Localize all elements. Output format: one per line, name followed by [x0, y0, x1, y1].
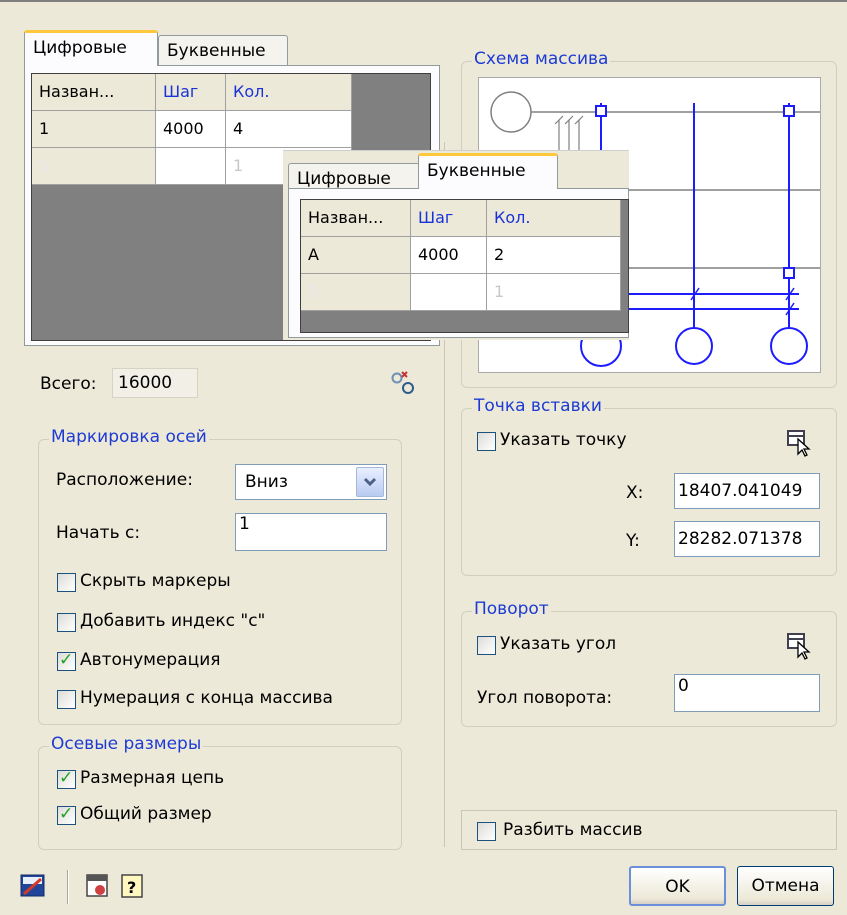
- letter-tab-inset: Цифровые Буквенные Назван... Шаг Кол. A …: [283, 150, 629, 340]
- tab-letter-inset-label: Буквенные: [427, 161, 526, 181]
- axis-array-icon[interactable]: [19, 872, 47, 900]
- tab-digital-inset-label: Цифровые: [297, 169, 391, 189]
- tab-digital-label: Цифровые: [33, 38, 127, 58]
- cell-count[interactable]: 4: [226, 111, 352, 147]
- dim-chain-checkbox[interactable]: ✓: [57, 768, 76, 789]
- rotation-title: Поворот: [472, 599, 551, 619]
- pick-angle-checkbox[interactable]: [477, 636, 496, 655]
- tab-letter[interactable]: Буквенные: [158, 35, 288, 66]
- axis-marking-title: Маркировка осей: [49, 427, 209, 447]
- cell-name[interactable]: A: [301, 237, 411, 273]
- cancel-button[interactable]: Отмена: [737, 866, 834, 906]
- total-value: 16000: [118, 373, 173, 393]
- help-icon[interactable]: ?: [118, 872, 146, 900]
- new-row[interactable]: B 1: [301, 274, 621, 311]
- start-label: Начать с:: [56, 523, 141, 543]
- col-header-count[interactable]: Кол.: [226, 74, 352, 110]
- pick-point-icon[interactable]: [785, 427, 815, 457]
- tab-letter-label: Буквенные: [167, 41, 266, 61]
- pick-angle-icon[interactable]: [785, 630, 815, 660]
- axis-array-dialog: Цифровые Буквенные Назван... Шаг Кол. 1 …: [0, 0, 847, 915]
- col-header-name[interactable]: Назван...: [32, 74, 156, 110]
- cell-count[interactable]: 2: [487, 237, 621, 273]
- ok-button[interactable]: OK: [629, 866, 726, 906]
- angle-label: Угол поворота:: [477, 688, 613, 708]
- cell-step[interactable]: [156, 148, 226, 184]
- y-label: Y:: [626, 531, 640, 551]
- add-index-label[interactable]: Добавить индекс "с": [80, 611, 265, 631]
- pick-point-checkbox[interactable]: [477, 432, 496, 451]
- table-row[interactable]: 1 4000 4: [32, 111, 352, 148]
- col-header-name[interactable]: Назван...: [301, 200, 411, 236]
- auto-numbering-checkbox[interactable]: ✓: [57, 650, 76, 671]
- cell-step[interactable]: 4000: [411, 237, 487, 273]
- cancel-button-label: Отмена: [751, 876, 820, 896]
- start-input-value: 1: [239, 514, 250, 534]
- y-input-value: 28282.071378: [678, 529, 803, 549]
- reverse-numbering-label[interactable]: Нумерация с конца массива: [80, 688, 333, 708]
- letter-axes-grid[interactable]: Назван... Шаг Кол. A 4000 2 B 1: [300, 199, 629, 333]
- add-index-checkbox[interactable]: [57, 613, 76, 632]
- angle-input[interactable]: 0: [674, 674, 820, 712]
- dim-chain-label[interactable]: Размерная цепь: [80, 768, 224, 788]
- col-header-step[interactable]: Шаг: [156, 74, 226, 110]
- cell-name[interactable]: 1: [32, 111, 156, 147]
- cell-count[interactable]: 1: [487, 274, 621, 310]
- tab-digital[interactable]: Цифровые: [24, 30, 158, 66]
- overall-dim-checkbox[interactable]: ✓: [57, 804, 76, 825]
- auto-numbering-label[interactable]: Автонумерация: [80, 650, 220, 670]
- scheme-title: Схема массива: [472, 49, 611, 69]
- col-header-count[interactable]: Кол.: [487, 200, 621, 236]
- angle-input-value: 0: [678, 676, 689, 696]
- explode-label[interactable]: Разбить массив: [503, 820, 643, 840]
- x-input-value: 18407.041049: [678, 481, 803, 501]
- axis-dimensions-title: Осевые размеры: [49, 734, 204, 754]
- hide-markers-checkbox[interactable]: [57, 573, 76, 592]
- ok-button-label: OK: [665, 877, 690, 897]
- cell-step[interactable]: 4000: [156, 111, 226, 147]
- reverse-numbering-checkbox[interactable]: [57, 690, 76, 709]
- check-icon: ✓: [59, 768, 74, 788]
- tab-letter-inset[interactable]: Буквенные: [418, 153, 558, 189]
- pick-point-label[interactable]: Указать точку: [500, 430, 627, 450]
- pick-angle-label[interactable]: Указать угол: [500, 634, 616, 654]
- x-label: X:: [626, 483, 644, 503]
- start-input[interactable]: 1: [235, 513, 387, 551]
- hide-markers-label[interactable]: Скрыть маркеры: [80, 571, 231, 591]
- cell-step[interactable]: [411, 274, 487, 310]
- position-select[interactable]: Вниз: [235, 464, 387, 500]
- total-label: Всего:: [40, 374, 97, 394]
- axis-dimensions-group: Осевые размеры: [38, 734, 402, 850]
- insertion-point-title: Точка вставки: [472, 396, 604, 416]
- position-label: Расположение:: [56, 470, 193, 490]
- overall-dim-label[interactable]: Общий размер: [80, 804, 212, 824]
- grid-header-row: Назван... Шаг Кол.: [32, 74, 352, 111]
- table-row[interactable]: A 4000 2: [301, 237, 621, 274]
- x-input[interactable]: 18407.041049: [674, 473, 820, 509]
- grid-header-row: Назван... Шаг Кол.: [301, 200, 621, 237]
- explode-checkbox[interactable]: [477, 822, 496, 841]
- total-value-box: 16000: [112, 368, 198, 398]
- chevron-down-icon[interactable]: [356, 467, 384, 497]
- position-select-value: Вниз: [245, 472, 288, 492]
- link-icon[interactable]: [388, 368, 418, 398]
- cell-name[interactable]: B: [301, 274, 411, 310]
- divider: [67, 870, 69, 904]
- check-icon: ✓: [59, 650, 74, 670]
- svg-text:?: ?: [127, 878, 136, 897]
- y-input[interactable]: 28282.071378: [674, 521, 820, 557]
- col-header-step[interactable]: Шаг: [411, 200, 487, 236]
- check-icon: ✓: [59, 804, 74, 824]
- cell-name[interactable]: 5: [32, 148, 156, 184]
- settings-icon[interactable]: [84, 872, 112, 900]
